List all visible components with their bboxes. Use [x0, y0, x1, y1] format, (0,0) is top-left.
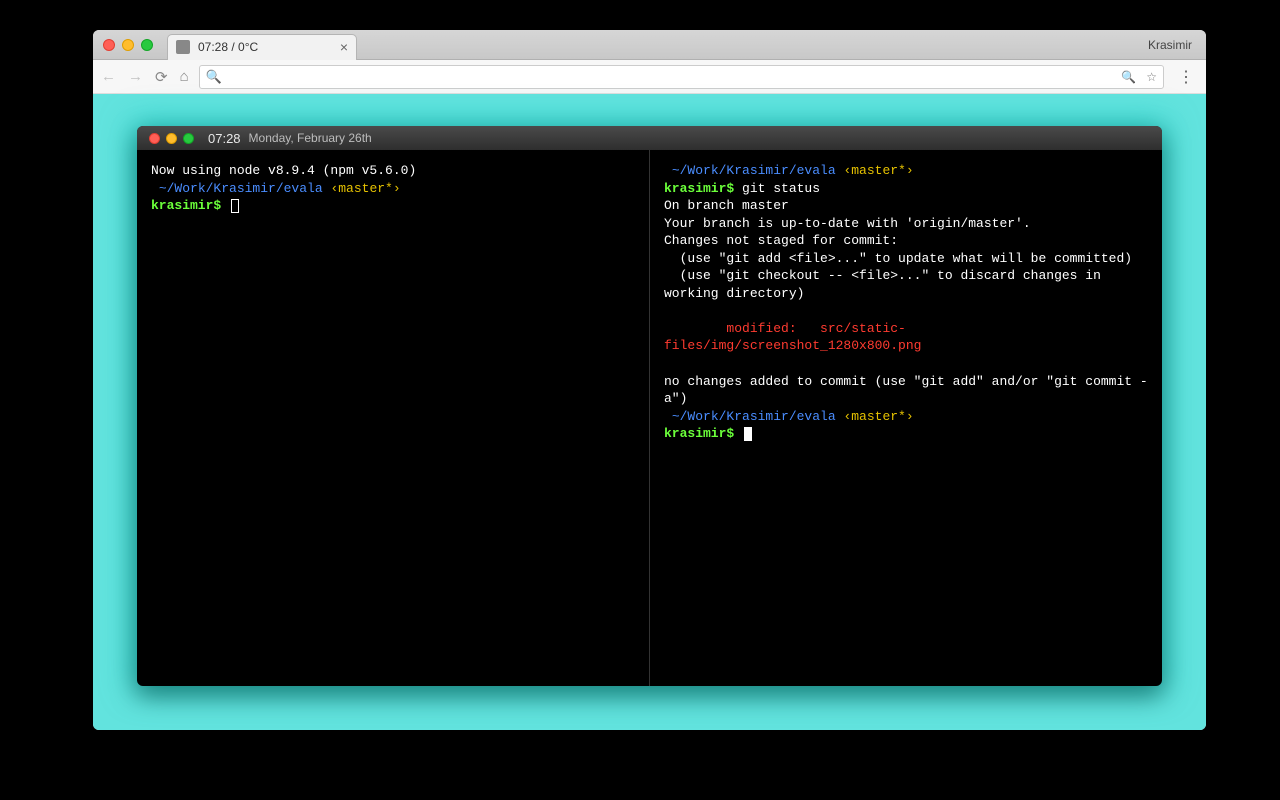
back-icon[interactable]: ← — [101, 68, 116, 86]
tab-title: 07:28 / 0°C — [198, 40, 258, 54]
term-close-icon[interactable] — [149, 133, 160, 144]
search-icon: 🔍 — [206, 69, 222, 85]
bookmark-star-icon[interactable]: ☆ — [1146, 70, 1157, 84]
term-prompt: krasimir$ — [664, 181, 734, 196]
profile-name[interactable]: Krasimir — [1148, 38, 1198, 52]
terminal-window: 07:28 Monday, February 26th Now using no… — [137, 126, 1162, 686]
nav-icons: ← → ⟳ ⌂ — [101, 68, 189, 86]
term-modified-line: modified: src/static-files/img/screensho… — [664, 321, 921, 354]
term-line: no changes added to commit (use "git add… — [664, 374, 1148, 407]
terminal-pane-left[interactable]: Now using node v8.9.4 (npm v5.6.0) ~/Wor… — [137, 150, 649, 686]
window-minimize-icon[interactable] — [122, 39, 134, 51]
term-branch: ‹master*› — [330, 181, 400, 196]
page-content: 07:28 Monday, February 26th Now using no… — [93, 94, 1206, 730]
terminal-pane-right[interactable]: ~/Work/Krasimir/evala ‹master*› krasimir… — [649, 150, 1162, 686]
term-line: (use "git checkout -- <file>..." to disc… — [664, 268, 1109, 301]
browser-window: 07:28 / 0°C × Krasimir ← → ⟳ ⌂ 🔍 🔍 ☆ ⋮ — [93, 30, 1206, 730]
term-path: ~/Work/Krasimir/evala — [664, 163, 843, 178]
term-cmd: git status — [734, 181, 820, 196]
home-icon[interactable]: ⌂ — [180, 68, 189, 86]
zoom-icon[interactable]: 🔍 — [1121, 70, 1136, 84]
term-branch: ‹master*› — [843, 409, 913, 424]
browser-menu-icon[interactable]: ⋮ — [1174, 67, 1198, 87]
term-path: ~/Work/Krasimir/evala — [151, 181, 330, 196]
cursor-icon — [231, 199, 239, 213]
forward-icon[interactable]: → — [128, 68, 143, 86]
term-zoom-icon[interactable] — [183, 133, 194, 144]
terminal-clock-time: 07:28 — [208, 131, 241, 146]
term-line: Your branch is up-to-date with 'origin/m… — [664, 216, 1031, 231]
term-path: ~/Work/Krasimir/evala — [664, 409, 843, 424]
cursor-icon — [744, 427, 752, 441]
browser-tabbar: 07:28 / 0°C × Krasimir — [93, 30, 1206, 60]
browser-toolbar: ← → ⟳ ⌂ 🔍 🔍 ☆ ⋮ — [93, 60, 1206, 94]
tab-close-icon[interactable]: × — [340, 39, 348, 55]
term-prompt: krasimir$ — [664, 426, 734, 441]
term-line: (use "git add <file>..." to update what … — [664, 251, 1132, 266]
term-branch: ‹master*› — [843, 163, 913, 178]
omnibox[interactable]: 🔍 🔍 ☆ — [199, 65, 1164, 89]
term-prompt: krasimir$ — [151, 198, 221, 213]
reload-icon[interactable]: ⟳ — [155, 68, 168, 86]
terminal-body: Now using node v8.9.4 (npm v5.6.0) ~/Wor… — [137, 150, 1162, 686]
terminal-traffic-lights — [149, 133, 194, 144]
terminal-titlebar: 07:28 Monday, February 26th — [137, 126, 1162, 150]
term-line: Changes not staged for commit: — [664, 233, 898, 248]
term-minimize-icon[interactable] — [166, 133, 177, 144]
browser-tab[interactable]: 07:28 / 0°C × — [167, 34, 357, 60]
window-zoom-icon[interactable] — [141, 39, 153, 51]
term-line: On branch master — [664, 198, 789, 213]
terminal-clock-date: Monday, February 26th — [249, 131, 372, 145]
term-line: Now using node v8.9.4 (npm v5.6.0) — [151, 163, 416, 178]
browser-traffic-lights — [103, 39, 153, 51]
window-close-icon[interactable] — [103, 39, 115, 51]
tab-favicon-icon — [176, 40, 190, 54]
